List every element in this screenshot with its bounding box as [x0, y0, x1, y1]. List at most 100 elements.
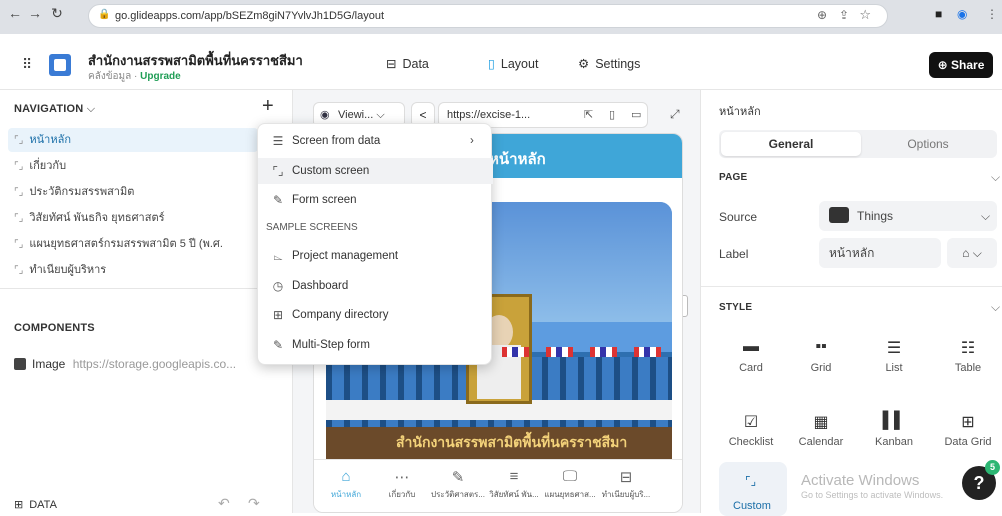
undo-icon[interactable]: ↶	[218, 495, 230, 512]
nav-item-label: ประวัติกรมสรรพสามิต	[29, 186, 135, 198]
menu-item-label: Multi-Step form	[292, 339, 370, 351]
kanban-icon: ▌▌	[882, 412, 906, 429]
style-checklist[interactable]: ☑ Checklist	[716, 412, 786, 448]
share-page-icon[interactable]: ⇪	[839, 8, 849, 22]
nav-item-vision[interactable]: ⌜⌟ วิสัยทัศน์ พันธกิจ ยุทธศาสตร์	[14, 206, 274, 230]
tabbar-item-history[interactable]: ✎ ประวัติศาสตร...	[430, 468, 486, 501]
nav-item-executives[interactable]: ⌜⌟ ทำเนียบผู้บริหาร	[14, 258, 274, 282]
menu-item-screen-from-data[interactable]: ☰ Screen from data ›	[258, 128, 493, 154]
menu-item-multi-step-form[interactable]: ✎ Multi-Step form	[258, 332, 493, 358]
share-label: Share	[951, 58, 985, 72]
redo-icon[interactable]: ↷	[248, 495, 260, 512]
watermark-subtitle: Go to Settings to activate Windows.	[801, 490, 944, 500]
home-icon: ⌂	[962, 246, 970, 260]
component-item-image[interactable]: Image https://storage.googleapis.co...	[14, 357, 236, 371]
style-kanban[interactable]: ▌▌ Kanban	[859, 412, 929, 448]
layout-icon: ▯	[488, 57, 495, 71]
tab-options[interactable]: Options	[861, 132, 995, 156]
label-icon-select[interactable]: ⌂ ⌵	[947, 238, 997, 268]
nav-item-about[interactable]: ⌜⌟ เกี่ยวกับ	[14, 154, 274, 178]
tab-general[interactable]: General	[721, 132, 861, 156]
tab-layout[interactable]: ▯ Layout	[488, 56, 538, 71]
brackets-icon: ⌜⌟	[14, 265, 24, 276]
menu-item-label: Dashboard	[292, 280, 349, 292]
left-panel: NAVIGATION ⌵ + ⌜⌟ หน้าหลัก ⌜⌟ เกี่ยวกับ ⌜⌟…	[0, 90, 293, 513]
app-name: สำนักงานสรรพสามิตพื้นที่นครราชสีมา	[88, 53, 303, 68]
chevron-down-icon[interactable]: ⌵	[991, 300, 1000, 315]
menu-item-label: Company directory	[292, 309, 389, 321]
table-icon: ⊟	[619, 469, 633, 486]
address-bar[interactable]: 🔒 go.glideapps.com/app/bSEZm8giN7YvlvJh1…	[88, 4, 888, 28]
menu-item-dashboard[interactable]: ◷ Dashboard	[258, 273, 493, 299]
page-section-title: PAGE	[719, 172, 748, 183]
tabbar-label: แผนยุทธศาส...	[544, 490, 596, 499]
menu-item-form-screen[interactable]: ✎ Form screen	[258, 187, 493, 213]
gear-icon: ⚙	[578, 57, 590, 71]
table-icon: ☰	[272, 134, 284, 148]
source-select[interactable]: Things ⌵	[819, 201, 997, 231]
browser-chrome: ← → ↻ 🔒 go.glideapps.com/app/bSEZm8giN7Y…	[0, 0, 1002, 42]
sample-screens-title: SAMPLE SCREENS	[266, 222, 358, 233]
external-link-icon[interactable]: ⇱	[584, 103, 593, 127]
menu-item-label: Form screen	[292, 194, 357, 206]
tabbar-item-executives[interactable]: ⊟ ทำเนียบผู้บริ...	[598, 468, 654, 501]
nav-item-label: แผนยุทธศาสตร์กรมสรรพสามิต 5 ปี (พ.ศ.	[29, 238, 223, 250]
app-header: ⠿ สำนักงานสรรพสามิตพื้นที่นครราชสีมา คลั…	[0, 42, 1002, 90]
tabbar-item-strategy[interactable]: 🖵 แผนยุทธศาส...	[542, 468, 598, 501]
style-grid[interactable]: ▪▪ Grid	[786, 338, 856, 374]
tabbar-item-vision[interactable]: ≡ วิสัยทัศน์ พัน...	[486, 468, 542, 501]
fullscreen-icon[interactable]: ⤢	[670, 107, 680, 122]
component-value: https://storage.googleapis.co...	[72, 357, 237, 371]
zoom-icon[interactable]: ⊕	[817, 8, 827, 22]
notification-badge: 5	[985, 460, 1000, 475]
forward-icon[interactable]: →	[26, 5, 44, 21]
add-screen-icon[interactable]: +	[262, 95, 274, 118]
style-label: Card	[739, 362, 763, 374]
lock-icon: 🔒	[98, 9, 111, 20]
menu-item-company-directory[interactable]: ⊞ Company directory	[258, 302, 493, 328]
label-input[interactable]: หน้าหลัก	[819, 238, 941, 268]
style-card[interactable]: ▬ Card	[716, 338, 786, 374]
nav-item-label: ทำเนียบผู้บริหาร	[29, 264, 107, 276]
menu-item-custom-screen[interactable]: ⌜⌟ Custom screen	[258, 158, 493, 184]
style-table[interactable]: ☷ Table	[933, 338, 1002, 374]
upgrade-link[interactable]: Upgrade	[140, 71, 181, 82]
tabbar-label: หน้าหลัก	[330, 490, 362, 499]
nav-item-home[interactable]: ⌜⌟ หน้าหลัก	[14, 128, 274, 152]
profile-icon[interactable]: ◉	[957, 7, 967, 21]
navigation-title[interactable]: NAVIGATION ⌵	[14, 103, 95, 116]
menu-dots-icon[interactable]: ⋮	[986, 7, 998, 21]
tablet-icon[interactable]: ▭	[631, 103, 641, 127]
tab-settings[interactable]: ⚙ Settings	[578, 56, 640, 71]
style-list[interactable]: ☰ List	[859, 338, 929, 374]
data-section[interactable]: ⊞ DATA	[14, 498, 57, 511]
tab-data[interactable]: ⊟ Data	[386, 56, 429, 71]
style-calendar[interactable]: ▦ Calendar	[786, 412, 856, 448]
component-type: Image	[32, 357, 66, 371]
menu-item-label: Custom screen	[292, 165, 370, 177]
style-data-grid[interactable]: ⊞ Data Grid	[933, 412, 1002, 448]
divider	[0, 288, 292, 289]
style-custom[interactable]: ⌜⌟ Custom	[719, 462, 787, 516]
add-screen-menu: ☰ Screen from data › ⌜⌟ Custom screen ✎ Form…	[257, 123, 493, 365]
menu-item-project-management[interactable]: ⌳ Project management	[258, 243, 493, 269]
style-label: Table	[954, 362, 982, 374]
nav-item-history[interactable]: ⌜⌟ ประวัติกรมสรรพสามิต	[14, 180, 274, 204]
tab-data-label: Data	[402, 57, 429, 71]
app-subtitle: คลังข้อมูล · Upgrade	[88, 71, 181, 82]
panel-title: หน้าหลัก	[719, 106, 761, 118]
phone-icon[interactable]: ▯	[609, 103, 615, 127]
tabbar-item-home[interactable]: ⌂ หน้าหลัก	[318, 468, 374, 501]
share-button[interactable]: ⊕ Share	[929, 52, 993, 78]
apps-grid-icon[interactable]: ⠿	[22, 56, 32, 73]
card-icon: ▬	[743, 338, 759, 355]
home-icon: ⌂	[341, 468, 351, 485]
back-icon[interactable]: ←	[6, 5, 24, 21]
nav-item-strategy[interactable]: ⌜⌟ แผนยุทธศาสตร์กรมสรรพสามิต 5 ปี (พ.ศ.	[14, 232, 274, 256]
extension-icon[interactable]: ■	[935, 7, 942, 21]
reload-icon[interactable]: ↻	[48, 5, 66, 22]
star-icon[interactable]: ☆	[859, 7, 871, 23]
tabbar-item-about[interactable]: ⋯ เกี่ยวกับ	[374, 468, 430, 501]
chevron-down-icon[interactable]: ⌵	[991, 170, 1000, 185]
chevron-right-icon: ›	[470, 135, 474, 147]
